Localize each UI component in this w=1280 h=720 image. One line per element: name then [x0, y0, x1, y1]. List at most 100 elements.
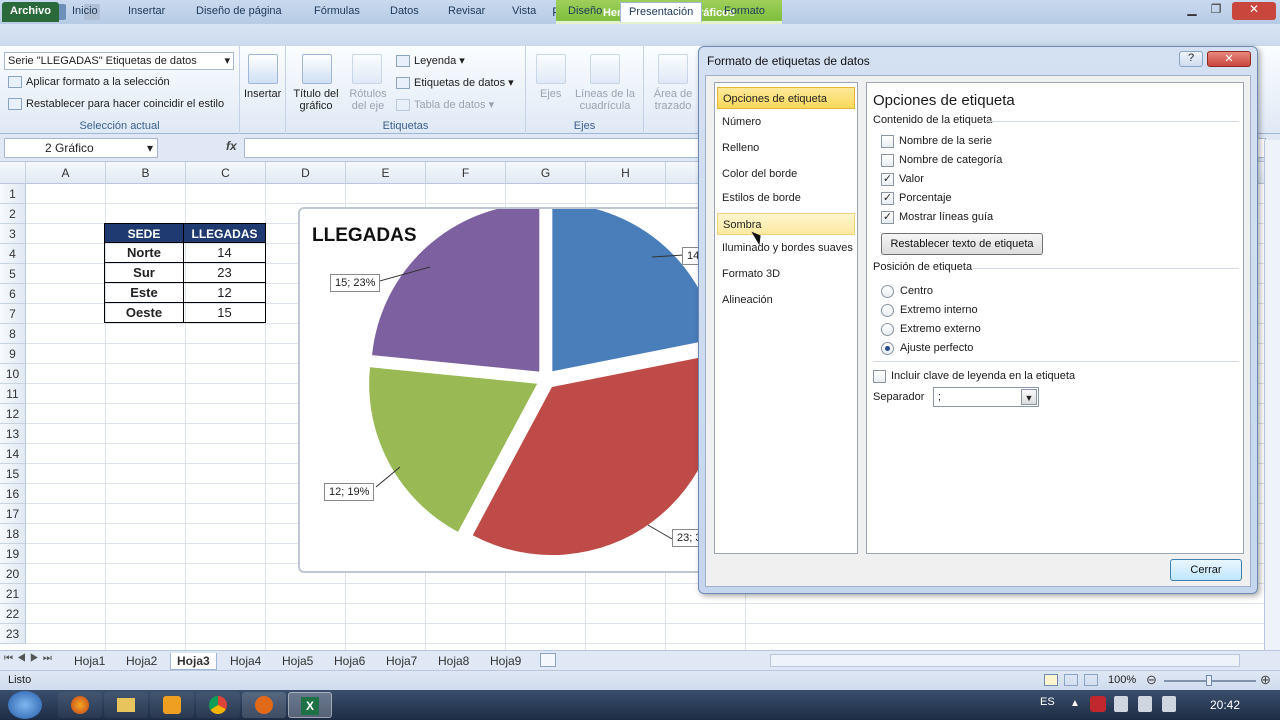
checkbox-category-name[interactable] [881, 154, 894, 167]
sheet-tab[interactable]: Hoja9 [484, 653, 527, 670]
row-header[interactable]: 13 [0, 424, 26, 444]
nav-item-number[interactable]: Número [717, 111, 855, 133]
col-header-f[interactable]: F [426, 162, 506, 184]
col-header-h[interactable]: H [586, 162, 666, 184]
checkbox-percentage[interactable]: ✓ [881, 192, 894, 205]
nav-item-shadow[interactable]: Sombra [717, 213, 855, 235]
row-header[interactable]: 2 [0, 204, 26, 224]
col-header-e[interactable]: E [346, 162, 426, 184]
table-cell-llegadas[interactable]: 12 [184, 283, 266, 303]
reset-label-text-button[interactable]: Restablecer texto de etiqueta [881, 233, 1043, 255]
table-cell-llegadas[interactable]: 14 [184, 243, 266, 263]
tab-inicio[interactable]: Inicio [64, 4, 106, 22]
table-cell-llegadas[interactable]: 15 [184, 303, 266, 323]
nav-item-glow[interactable]: Iluminado y bordes suaves [717, 237, 855, 259]
table-cell-sede[interactable]: Oeste [104, 303, 184, 323]
radio-label[interactable]: Extremo interno [900, 304, 978, 316]
pie-slice-oeste[interactable] [372, 209, 540, 372]
checkbox-legend-key[interactable] [873, 370, 886, 383]
radio-outside-end[interactable] [881, 323, 894, 336]
zoom-level[interactable]: 100% [1108, 674, 1136, 686]
tab-archivo[interactable]: Archivo [2, 2, 59, 22]
radio-inside-end[interactable] [881, 304, 894, 317]
tab-diseno-pagina[interactable]: Diseño de página [188, 4, 290, 22]
row-header[interactable]: 17 [0, 504, 26, 524]
radio-label[interactable]: Centro [900, 285, 933, 297]
pie-slice-norte[interactable] [552, 209, 716, 372]
insert-button[interactable]: Insertar [244, 88, 281, 100]
row-header[interactable]: 11 [0, 384, 26, 404]
tray-arrow-icon[interactable]: ▲ [1070, 698, 1080, 709]
checkbox-label[interactable]: Porcentaje [899, 192, 952, 204]
minimize-icon[interactable]: ▁ [1180, 2, 1204, 20]
row-header[interactable]: 5 [0, 264, 26, 284]
insert-icon[interactable] [248, 54, 278, 84]
tab-formulas[interactable]: Fórmulas [306, 4, 368, 22]
row-header[interactable]: 20 [0, 564, 26, 584]
checkbox-label[interactable]: Valor [899, 173, 924, 185]
chart-title-icon[interactable] [302, 54, 332, 84]
tab-diseno[interactable]: Diseño [560, 4, 610, 22]
explorer-icon[interactable] [104, 692, 148, 718]
nav-item-border-styles[interactable]: Estilos de borde [717, 187, 855, 209]
row-header[interactable]: 21 [0, 584, 26, 604]
radio-center[interactable] [881, 285, 894, 298]
close-window-icon[interactable]: ✕ [1232, 2, 1276, 20]
row-header[interactable]: 23 [0, 624, 26, 644]
col-header-a[interactable]: A [26, 162, 106, 184]
name-box[interactable]: 2 Gráfico ▾ [4, 138, 158, 158]
tab-revisar[interactable]: Revisar [440, 4, 493, 22]
horizontal-scrollbar[interactable] [770, 654, 1240, 667]
row-header[interactable]: 6 [0, 284, 26, 304]
row-header[interactable]: 1 [0, 184, 26, 204]
pie-chart[interactable]: LLEGADAS 15; 23% 12; 19% 14 23; 3 [298, 207, 718, 573]
col-header-b[interactable]: B [106, 162, 186, 184]
close-button[interactable]: Cerrar [1170, 559, 1242, 581]
tab-vista[interactable]: Vista [504, 4, 544, 22]
checkbox-leader-lines[interactable]: ✓ [881, 211, 894, 224]
table-header-sede[interactable]: SEDE [104, 223, 184, 243]
data-labels-button[interactable]: Etiquetas de datos ▾ [396, 76, 514, 90]
display-icon[interactable] [1138, 696, 1152, 712]
tab-formato[interactable]: Formato [716, 4, 773, 22]
radio-label[interactable]: Extremo externo [900, 323, 981, 335]
reset-style-button[interactable]: Restablecer para hacer coincidir el esti… [8, 98, 224, 111]
zoom-slider-thumb[interactable] [1206, 675, 1212, 686]
recorder-icon[interactable] [242, 692, 286, 718]
apply-format-button[interactable]: Aplicar formato a la selección [8, 76, 170, 89]
insert-sheet-icon[interactable] [540, 653, 556, 667]
table-cell-sede[interactable]: Este [104, 283, 184, 303]
table-cell-llegadas[interactable]: 23 [184, 263, 266, 283]
clock[interactable]: 20:42 [1210, 698, 1240, 712]
media-player-icon[interactable] [150, 692, 194, 718]
checkbox-value[interactable]: ✓ [881, 173, 894, 186]
row-header[interactable]: 14 [0, 444, 26, 464]
tab-insertar[interactable]: Insertar [120, 4, 173, 22]
start-button-icon[interactable] [8, 691, 42, 719]
row-header[interactable]: 7 [0, 304, 26, 324]
row-header[interactable]: 16 [0, 484, 26, 504]
nav-item-3d-format[interactable]: Formato 3D [717, 263, 855, 285]
radio-best-fit[interactable] [881, 342, 894, 355]
sheet-tab[interactable]: Hoja2 [120, 653, 163, 670]
row-header[interactable]: 15 [0, 464, 26, 484]
action-center-icon[interactable] [1162, 696, 1176, 712]
sheet-tab[interactable]: Hoja7 [380, 653, 423, 670]
nav-item-fill[interactable]: Relleno [717, 137, 855, 159]
page-break-icon[interactable] [1084, 674, 1098, 686]
row-header[interactable]: 3 [0, 224, 26, 244]
nav-item-label-options[interactable]: Opciones de etiqueta [717, 87, 855, 109]
row-header[interactable]: 9 [0, 344, 26, 364]
sheet-tab[interactable]: Hoja6 [328, 653, 371, 670]
antivirus-icon[interactable] [1090, 696, 1106, 712]
sheet-tab[interactable]: Hoja1 [68, 653, 111, 670]
table-cell-sede[interactable]: Sur [104, 263, 184, 283]
nav-item-border-color[interactable]: Color del borde [717, 163, 855, 185]
help-icon[interactable]: ? [1179, 51, 1203, 67]
chrome-icon[interactable] [196, 692, 240, 718]
checkbox-label[interactable]: Nombre de categoría [899, 154, 1002, 166]
network-icon[interactable] [1114, 696, 1128, 712]
firefox-icon[interactable] [58, 692, 102, 718]
selection-combo[interactable]: Serie "LLEGADAS" Etiquetas de datos ▾ [4, 52, 234, 70]
page-layout-icon[interactable] [1064, 674, 1078, 686]
